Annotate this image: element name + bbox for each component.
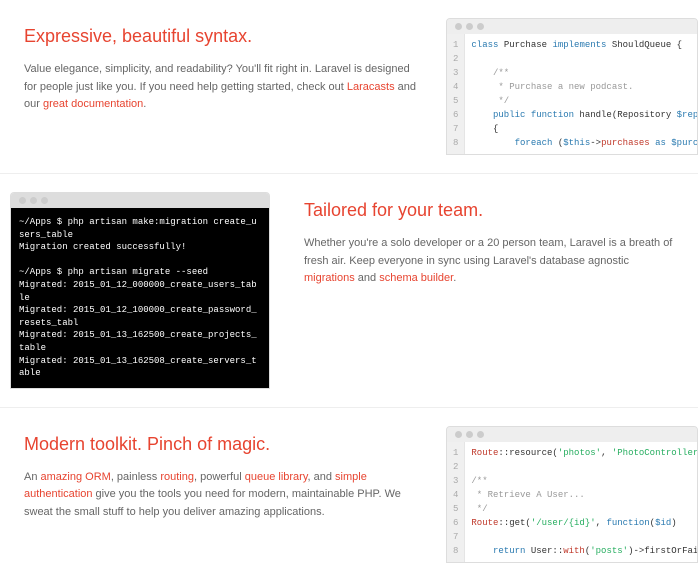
terminal-content: ~/Apps $ php artisan make:migration crea… [11, 208, 269, 388]
traffic-light-icon [455, 431, 462, 438]
documentation-link[interactable]: great documentation [43, 98, 143, 110]
traffic-light-icon [30, 197, 37, 204]
text-column: Expressive, beautiful syntax. Value eleg… [0, 18, 426, 122]
code-content: class Purchase implements ShouldQueue { … [465, 34, 697, 154]
terminal-window: ~/Apps $ php artisan make:migration crea… [0, 192, 270, 389]
section-modern: Modern toolkit. Pinch of magic. An amazi… [0, 408, 698, 581]
section-expressive: Expressive, beautiful syntax. Value eleg… [0, 0, 698, 174]
window-titlebar [447, 427, 697, 442]
laracasts-link[interactable]: Laracasts [347, 81, 395, 93]
code-content: Route::resource('photos', 'PhotoControll… [465, 442, 697, 562]
text-column: Modern toolkit. Pinch of magic. An amazi… [0, 426, 426, 530]
queue-link[interactable]: queue library [245, 471, 308, 483]
section-tailored: ~/Apps $ php artisan make:migration crea… [0, 174, 698, 408]
traffic-light-icon [455, 23, 462, 30]
window-titlebar [447, 19, 697, 34]
code-window: 12345678 class Purchase implements Shoul… [446, 18, 698, 155]
paragraph: Whether you're a solo developer or a 20 … [304, 235, 674, 288]
line-gutter: 12345678 [447, 442, 465, 562]
orm-link[interactable]: amazing ORM [41, 471, 111, 483]
traffic-light-icon [466, 23, 473, 30]
schema-builder-link[interactable]: schema builder [379, 272, 453, 284]
traffic-light-icon [19, 197, 26, 204]
text-column: Tailored for your team. Whether you're a… [290, 192, 698, 296]
window-titlebar [11, 193, 269, 208]
traffic-light-icon [477, 23, 484, 30]
traffic-light-icon [41, 197, 48, 204]
heading: Modern toolkit. Pinch of magic. [24, 434, 416, 455]
line-gutter: 12345678 [447, 34, 465, 154]
paragraph: Value elegance, simplicity, and readabil… [24, 61, 416, 114]
heading: Expressive, beautiful syntax. [24, 26, 416, 47]
heading: Tailored for your team. [304, 200, 674, 221]
paragraph: An amazing ORM, painless routing, powerf… [24, 469, 416, 522]
routing-link[interactable]: routing [160, 471, 194, 483]
migrations-link[interactable]: migrations [304, 272, 355, 284]
traffic-light-icon [466, 431, 473, 438]
traffic-light-icon [477, 431, 484, 438]
code-window: 12345678 Route::resource('photos', 'Phot… [446, 426, 698, 563]
